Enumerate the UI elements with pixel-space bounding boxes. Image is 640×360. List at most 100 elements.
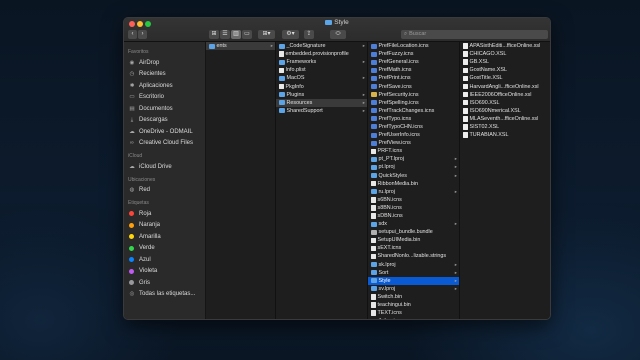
tag-color-dot-icon	[129, 280, 134, 286]
file-name: PrefMath.icns	[378, 67, 412, 74]
browser-column-2[interactable]: _CodeSignature ▸ embedded.provisionprofile…	[276, 42, 368, 319]
sidebar-item-favorites-5[interactable]: ⤓ Descargas	[124, 115, 205, 127]
file-row[interactable]: PrefUserInfo.icns	[368, 131, 459, 139]
forward-button[interactable]: ›	[138, 30, 147, 39]
file-row[interactable]: Sort ▸	[368, 269, 459, 277]
browser-column-4[interactable]: APASixthEditi...fficeOnline.xsl CHICAGO.X…	[460, 42, 550, 319]
search-input[interactable]: ⌕ Buscar	[401, 30, 548, 39]
browser-column-1[interactable]: ents ▸	[206, 42, 276, 319]
file-row[interactable]: ISO690.XSL	[460, 99, 550, 107]
sidebar-tag-7[interactable]: ◎ Todas las etiquetas...	[124, 289, 205, 301]
column-view-button[interactable]: ▥	[231, 30, 241, 39]
action-button[interactable]: ⚙▾	[282, 30, 299, 39]
file-row[interactable]: CHICAGO.XSL	[460, 50, 550, 58]
file-row[interactable]: GostTitle.XSL	[460, 74, 550, 82]
file-row[interactable]: Frameworks ▸	[276, 58, 367, 66]
file-row[interactable]: Style ▸	[368, 276, 459, 285]
file-row[interactable]: PrefFileLocation.icns	[368, 42, 459, 50]
file-row[interactable]: s6BN.icns	[368, 196, 459, 204]
file-row[interactable]: Resources ▸	[276, 98, 367, 107]
file-row[interactable]: PkgInfo	[276, 82, 367, 90]
file-row[interactable]: sdx ▸	[368, 220, 459, 228]
file-row[interactable]: PrefFuzzy.icns	[368, 50, 459, 58]
sidebar-item-favorites-1[interactable]: ◷ Recientes	[124, 69, 205, 81]
file-row[interactable]: MLASeventh...fficeOnline.xsl	[460, 115, 550, 123]
file-row[interactable]: ents ▸	[206, 42, 275, 51]
sidebar-item-favorites-7[interactable]: ∞ Creative Cloud Files	[124, 138, 205, 150]
file-row[interactable]: PrefSpelling.icns	[368, 99, 459, 107]
file-row[interactable]: APASixthEditi...fficeOnline.xsl	[460, 42, 550, 50]
file-row[interactable]: th.lproj ▸	[368, 317, 459, 319]
file-row[interactable]: PrefSave.icns	[368, 82, 459, 90]
sidebar-item-icloud-0[interactable]: ☁ iCloud Drive	[124, 161, 205, 173]
file-row[interactable]: SharedSupport ▸	[276, 107, 367, 115]
tag-color-dot-icon	[129, 222, 134, 228]
sidebar-item-favorites-3[interactable]: ▭ Escritorio	[124, 92, 205, 104]
sidebar-item-favorites-0[interactable]: ◉ AirDrop	[124, 57, 205, 69]
sidebar-item-favorites-2[interactable]: ✱ Aplicaciones	[124, 80, 205, 92]
file-row[interactable]: IEEE2006OfficeOnline.xsl	[460, 91, 550, 99]
file-row[interactable]: PrefGeneral.icns	[368, 58, 459, 66]
chevron-right-icon: ▸	[454, 164, 457, 170]
sidebar-tag-0[interactable]: Roja	[124, 208, 205, 220]
file-row[interactable]: pt_PT.lproj ▸	[368, 155, 459, 163]
list-view-button[interactable]: ☰	[220, 30, 230, 39]
file-row[interactable]: Switch.bin	[368, 293, 459, 301]
file-row[interactable]: pt.lproj ▸	[368, 163, 459, 171]
file-row[interactable]: setupui_bundle.bundle	[368, 228, 459, 236]
sidebar-tag-5[interactable]: Violeta	[124, 266, 205, 278]
file-row[interactable]: PrefTrackChanges.icns	[368, 107, 459, 115]
file-row[interactable]: PRFT.icns	[368, 147, 459, 155]
file-row[interactable]: PrefTypo.icns	[368, 115, 459, 123]
browser-column-3[interactable]: PrefFileLocation.icns PrefFuzzy.icns PrefG…	[368, 42, 460, 319]
tag-button[interactable]: ⬭	[330, 30, 346, 39]
file-row[interactable]: PrefPrint.icns	[368, 74, 459, 82]
group-button[interactable]: ⊞▾	[258, 30, 275, 39]
sidebar-item-favorites-6[interactable]: ☁ OneDrive - ODMAIL	[124, 126, 205, 138]
file-row[interactable]: sDBN.icns	[368, 212, 459, 220]
sidebar-item-locations-0[interactable]: ◍ Red	[124, 185, 205, 197]
icon-view-button[interactable]: ⊞	[209, 30, 219, 39]
file-row[interactable]: SIST02.XSL	[460, 123, 550, 131]
sidebar-tag-3[interactable]: Verde	[124, 243, 205, 255]
folder-icon	[371, 221, 377, 227]
file-row[interactable]: SharedNonlo...lizable.strings	[368, 252, 459, 260]
back-button[interactable]: ‹	[128, 30, 137, 39]
file-row[interactable]: sEXT.icns	[368, 244, 459, 252]
sidebar-tag-6[interactable]: Gris	[124, 277, 205, 289]
file-row[interactable]: PrefTypoCHN.icns	[368, 123, 459, 131]
file-name: PrefSpelling.icns	[378, 99, 419, 106]
file-row[interactable]: GostName.XSL	[460, 66, 550, 74]
gallery-view-button[interactable]: ▭	[242, 30, 252, 39]
file-row[interactable]: s8BN.icns	[368, 204, 459, 212]
file-row[interactable]: TURABIAN.XSL	[460, 131, 550, 139]
file-row[interactable]: RibbonMedia.bin	[368, 180, 459, 188]
file-row[interactable]: TEXT.icns	[368, 309, 459, 317]
file-name: PrefTypo.icns	[378, 115, 412, 122]
sidebar-tag-1[interactable]: Naranja	[124, 220, 205, 232]
sidebar-item-favorites-4[interactable]: ▤ Documentos	[124, 103, 205, 115]
file-row[interactable]: _CodeSignature ▸	[276, 42, 367, 50]
file-row[interactable]: SetupUIMedia.bin	[368, 236, 459, 244]
file-row[interactable]: ru.lproj ▸	[368, 188, 459, 196]
file-row[interactable]: Plugins ▸	[276, 91, 367, 99]
file-row[interactable]: MacOS ▸	[276, 74, 367, 82]
share-button[interactable]: ⇪	[304, 30, 314, 39]
file-name: _CodeSignature	[286, 43, 326, 50]
sidebar-tag-4[interactable]: Azul	[124, 254, 205, 266]
group-grid-icon: ⊞▾	[262, 31, 271, 37]
file-row[interactable]: sv.lproj ▸	[368, 285, 459, 293]
file-row[interactable]: embedded.provisionprofile	[276, 50, 367, 58]
sidebar-tag-2[interactable]: Amarilla	[124, 231, 205, 243]
title-bar[interactable]: Style ‹ › ⊞ ☰ ▥ ▭ ⊞▾ ⚙▾ ⇪ ⬭ ⌕ Buscar	[124, 18, 550, 42]
file-row[interactable]: sk.lproj ▸	[368, 261, 459, 269]
file-row[interactable]: PrefMath.icns	[368, 66, 459, 74]
file-row[interactable]: teachingui.bin	[368, 301, 459, 309]
file-row[interactable]: HarvardAngli...fficeOnline.xsl	[460, 82, 550, 90]
file-row[interactable]: PrefView.icns	[368, 139, 459, 147]
file-row[interactable]: GB.XSL	[460, 58, 550, 66]
file-row[interactable]: Info.plist	[276, 66, 367, 74]
file-row[interactable]: ISO690Nmerical.XSL	[460, 107, 550, 115]
file-row[interactable]: PrefSecurity.icns	[368, 91, 459, 99]
file-row[interactable]: QuickStyles ▸	[368, 172, 459, 180]
